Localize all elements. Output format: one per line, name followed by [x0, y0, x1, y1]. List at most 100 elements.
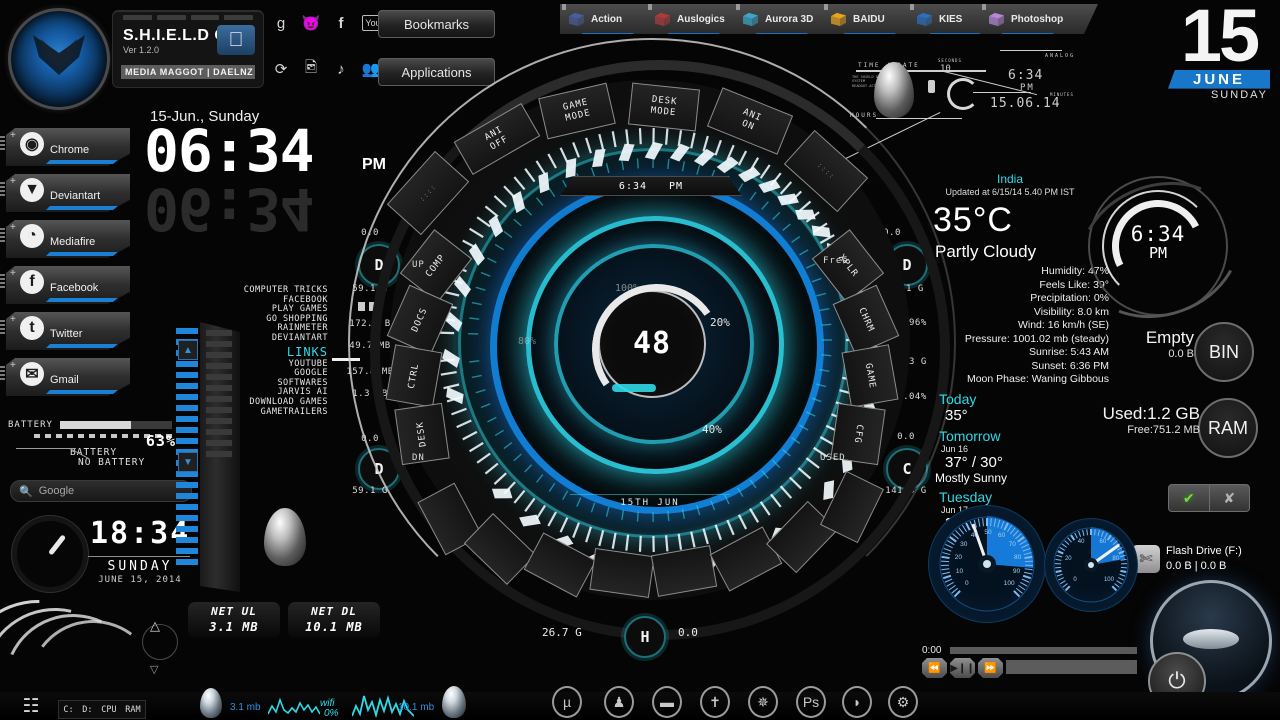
app-tab-label: Photoshop — [1011, 13, 1064, 25]
media-progress-bar[interactable] — [950, 647, 1137, 654]
weather-details: Humidity: 47% Feels Like: 39° Precipitatio… — [905, 265, 1115, 387]
drag-handle[interactable] — [0, 182, 5, 198]
speedometer-tick-label: 80 — [1014, 554, 1022, 562]
drag-handle[interactable] — [0, 274, 5, 290]
hub-btn-ctrl[interactable]: CTRL — [385, 344, 443, 408]
tab-underline — [1002, 33, 1054, 38]
slider-up-button[interactable]: ▲ — [178, 340, 198, 360]
link-item[interactable]: DEVIANTART — [228, 333, 328, 344]
next-icon[interactable]: ⏩ — [978, 658, 1003, 678]
previous-icon[interactable]: ⏪ — [922, 658, 947, 678]
play-pause-icon[interactable]: ▶❙❙ — [950, 658, 975, 678]
link-item[interactable]: GAMETRAILERS — [228, 407, 328, 418]
alienware-head-taskbar-right[interactable] — [442, 686, 466, 718]
utorrent-icon[interactable]: µ — [552, 686, 582, 718]
hub-mode-desk-mode[interactable]: DESK MODE — [627, 82, 701, 132]
shortcut-mediafire[interactable]: + ◔ Mediafire — [0, 220, 130, 258]
media-seek-bar[interactable] — [1006, 660, 1137, 674]
main-clock-time: 06:34 — [144, 117, 315, 185]
search-input[interactable]: Google — [39, 485, 74, 497]
desktop-root: S.H.I.E.L.D OS Ver 1.2.0  MEDIA MAGGOT … — [0, 0, 1280, 720]
drag-handle[interactable] — [0, 136, 5, 152]
flash-drive-name: Flash Drive (F:) — [1166, 545, 1242, 557]
hub-center-value: 48 — [632, 326, 672, 361]
hub-inner-time-bar: 6:34 PM — [560, 176, 742, 196]
hub-bottom-segment[interactable] — [589, 548, 655, 598]
folder-icon — [988, 12, 1005, 27]
windows-start-icon[interactable]: ☷ — [14, 694, 48, 718]
shortcut-chrome[interactable]: + ◉ Chrome — [0, 128, 130, 166]
drag-handle[interactable] — [0, 228, 5, 244]
os-version: Ver 1.2.0 — [123, 45, 160, 55]
sysmon-item[interactable]: D: — [82, 705, 92, 715]
upload-graph — [268, 697, 320, 715]
hub-btn-game[interactable]: GAME — [841, 344, 899, 408]
plus-icon[interactable]: + — [10, 176, 16, 187]
hub-center-dial[interactable]: 48 — [581, 273, 733, 425]
checkmark-icon[interactable]: ✔ — [1169, 485, 1210, 511]
plus-icon[interactable]: + — [10, 314, 16, 325]
forecast-block: Tomorrow Jun 16 37° / 30° Mostly Sunny — [905, 428, 1115, 485]
need-for-speed-icon[interactable]: ▬ — [652, 686, 682, 718]
drag-handle[interactable] — [0, 320, 5, 336]
plus-icon[interactable]: + — [10, 360, 16, 371]
compass-icon[interactable]: ✵ — [748, 686, 778, 718]
shield-logo-orb — [8, 8, 110, 110]
upload-rate-label: 3.1 mb — [230, 702, 261, 713]
alienware-head-taskbar-left[interactable] — [200, 688, 222, 718]
plus-icon[interactable]: + — [10, 222, 16, 233]
down-arrow-icon: ▽ — [150, 664, 159, 676]
shortcut-facebook[interactable]: + f Facebook — [0, 266, 130, 304]
weather-detail-line: Sunrise: 5:43 AM — [1029, 346, 1109, 358]
app-tab-photoshop[interactable]: Photoshop — [980, 4, 1098, 34]
tab-nub — [562, 2, 566, 10]
eq-bar — [176, 559, 198, 565]
counter-strike-icon[interactable]: ♟ — [604, 686, 634, 718]
recycle-bin-button[interactable]: BIN — [1194, 322, 1254, 382]
quake-icon[interactable]: ✝ — [700, 686, 730, 718]
net-download-title: NET DL — [311, 605, 357, 618]
shark-icon[interactable]: ◗ — [842, 686, 872, 718]
date-month: JUNE — [1168, 69, 1270, 89]
photoshop-icon[interactable]: Ps — [796, 686, 826, 718]
left-clock-date: JUNE 15, 2014 — [98, 575, 182, 585]
shortcut-twitter[interactable]: + t Twitter — [0, 312, 130, 350]
settings-gear-icon[interactable]: ⚙ — [888, 686, 918, 718]
eq-bar — [176, 372, 198, 378]
shortcut-label: Facebook — [50, 282, 99, 294]
taskbar — [0, 692, 1280, 720]
firefox-icon[interactable]: ⟳ — [272, 60, 290, 78]
speedometer-tick-label: 10 — [955, 568, 964, 576]
sysmon-item[interactable]: C: — [63, 705, 73, 715]
twitter-icon: t — [20, 316, 44, 340]
sysmon-item[interactable]: RAM — [125, 705, 140, 715]
speedometer-right-svg — [1053, 527, 1129, 603]
ram-button[interactable]: RAM — [1198, 398, 1258, 458]
plus-icon[interactable]: + — [10, 130, 16, 141]
slider-down-button[interactable]: ▼ — [178, 452, 198, 472]
flash-drive-widget[interactable]: ✄ Flash Drive (F:) 0.0 B | 0.0 B — [1132, 545, 1252, 579]
date-weekday: SUNDAY — [1210, 88, 1268, 101]
right-clock-time: 6:34 — [1130, 222, 1186, 246]
hub-right-bottom-label: USED — [820, 453, 846, 463]
drag-handle[interactable] — [0, 366, 5, 382]
speedometer-tick-label: 0 — [1073, 576, 1077, 583]
devil-icon[interactable]: 😈 — [302, 14, 321, 32]
search-icon: 🔍 — [19, 485, 33, 498]
ram-used: Used:1.2 GB — [1102, 404, 1200, 423]
net-download-value: 10.1 MB — [305, 620, 363, 634]
shortcut-deviantart[interactable]: + ▼ Deviantart — [0, 174, 130, 212]
close-icon[interactable]: ✘ — [1210, 485, 1250, 511]
search-bar[interactable]: 🔍 Google — [10, 480, 192, 502]
analog-clock-ring — [12, 516, 88, 592]
google-icon[interactable]: g — [272, 14, 290, 32]
plus-icon[interactable]: + — [10, 268, 16, 279]
pictures-icon[interactable]: 🖻 — [302, 59, 320, 78]
sysmon-item[interactable]: CPU — [101, 705, 116, 715]
hub-inner-date-bar: 15TH JUN — [570, 494, 730, 511]
weather-detail-line: Visibility: 8.0 km — [1033, 305, 1109, 318]
shortcut-gmail[interactable]: + ✉ Gmail — [0, 358, 130, 396]
shortcut-underline — [46, 298, 118, 302]
net-upload-value: 3.1 MB — [209, 620, 259, 634]
hub-bottom-dial[interactable]: H — [624, 616, 666, 658]
